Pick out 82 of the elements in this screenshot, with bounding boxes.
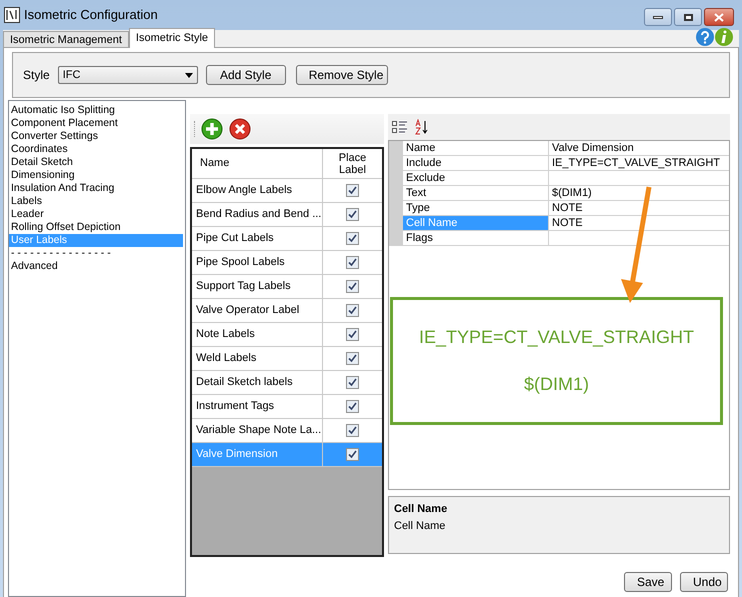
table-cell: Weld Labels: [192, 347, 323, 370]
property-value[interactable]: NOTE: [549, 201, 583, 215]
delete-icon[interactable]: [229, 118, 251, 140]
app-icon: [4, 7, 20, 23]
checkbox[interactable]: [346, 376, 359, 389]
category-item[interactable]: Labels: [9, 195, 183, 208]
label-row[interactable]: Pipe Cut Labels: [192, 227, 382, 251]
category-item[interactable]: Coordinates: [9, 143, 183, 156]
label-row[interactable]: Bend Radius and Bend ...: [192, 203, 382, 227]
table-cell: Pipe Spool Labels: [192, 251, 323, 274]
style-dropdown[interactable]: IFC: [58, 66, 198, 84]
description-text: Cell Name: [394, 518, 446, 534]
callout-text: $(DIM1): [524, 373, 589, 396]
category-item[interactable]: Automatic Iso Splitting: [9, 104, 183, 117]
property-value[interactable]: Valve Dimension: [549, 141, 634, 155]
label-row[interactable]: Valve Operator Label: [192, 299, 382, 323]
checkbox[interactable]: [346, 304, 359, 317]
checkbox[interactable]: [346, 448, 359, 461]
help-icon[interactable]: [696, 28, 714, 46]
window-title: Isometric Configuration: [24, 6, 158, 24]
table-cell: Support Tag Labels: [192, 275, 323, 298]
label-row[interactable]: Variable Shape Note La...: [192, 419, 382, 443]
property-name[interactable]: Name: [403, 141, 549, 155]
category-item[interactable]: Leader: [9, 208, 183, 221]
action-button[interactable]: Remove Style: [296, 65, 388, 85]
checkbox[interactable]: [346, 232, 359, 245]
caret-icon: [184, 72, 193, 78]
label-row[interactable]: Note Labels: [192, 323, 382, 347]
label-row[interactable]: Elbow Angle Labels: [192, 179, 382, 203]
label-row[interactable]: Support Tag Labels: [192, 275, 382, 299]
style-label: Style: [23, 67, 50, 84]
property-name[interactable]: Type: [403, 201, 549, 215]
table-cell: Valve Dimension: [192, 443, 323, 466]
action-button[interactable]: Undo: [680, 572, 728, 592]
sort-icon[interactable]: [414, 119, 430, 135]
maximize-button[interactable]: [674, 8, 702, 26]
checkbox[interactable]: [346, 328, 359, 341]
checkbox[interactable]: [346, 400, 359, 413]
checkbox[interactable]: [346, 256, 359, 269]
table-cell: Note Labels: [192, 323, 323, 346]
close-icon: [714, 12, 724, 22]
label-row[interactable]: Instrument Tags: [192, 395, 382, 419]
property-value[interactable]: $(DIM1): [549, 186, 592, 200]
categorized-icon[interactable]: [392, 120, 408, 134]
action-button[interactable]: Save: [624, 572, 672, 592]
checkbox[interactable]: [346, 184, 359, 197]
close-button[interactable]: [704, 8, 734, 26]
tab[interactable]: Isometric Management: [3, 31, 129, 47]
table-cell: Bend Radius and Bend ...: [192, 203, 323, 226]
category-item[interactable]: Detail Sketch: [9, 156, 183, 169]
category-item[interactable]: Advanced: [9, 260, 183, 273]
label-row[interactable]: Detail Sketch labels: [192, 371, 382, 395]
description-title: Cell Name: [394, 502, 448, 517]
callout-text: IE_TYPE=CT_VALVE_STRAIGHT: [419, 326, 694, 349]
table-cell: Valve Operator Label: [192, 299, 323, 322]
table-cell: Variable Shape Note La...: [192, 419, 323, 442]
property-name[interactable]: Text: [403, 186, 549, 200]
category-item[interactable]: Converter Settings: [9, 130, 183, 143]
action-button[interactable]: Add Style: [206, 65, 286, 85]
table-cell: Pipe Cut Labels: [192, 227, 323, 250]
checkbox[interactable]: [346, 424, 359, 437]
category-item[interactable]: - - - - - - - - - - - - - - - -: [9, 247, 183, 260]
property-value[interactable]: IE_TYPE=CT_VALVE_STRAIGHT: [549, 156, 720, 170]
label-row[interactable]: Pipe Spool Labels: [192, 251, 382, 275]
table-cell: Detail Sketch labels: [192, 371, 323, 394]
column-header: Place Label: [338, 151, 368, 178]
category-item[interactable]: Rolling Offset Depiction: [9, 221, 183, 234]
minimize-button[interactable]: [644, 8, 672, 26]
category-item[interactable]: Component Placement: [9, 117, 183, 130]
category-item[interactable]: Dimensioning: [9, 169, 183, 182]
checkbox[interactable]: [346, 352, 359, 365]
checkbox[interactable]: [346, 208, 359, 221]
column-header: Name: [192, 149, 323, 178]
property-name[interactable]: Include: [403, 156, 549, 170]
table-cell: Elbow Angle Labels: [192, 179, 323, 202]
tab[interactable]: Isometric Style: [128, 28, 216, 48]
add-icon[interactable]: [201, 118, 223, 140]
table-cell: Instrument Tags: [192, 395, 323, 418]
category-item[interactable]: Insulation And Tracing: [9, 182, 183, 195]
checkbox[interactable]: [346, 280, 359, 293]
label-row[interactable]: Weld Labels: [192, 347, 382, 371]
property-value[interactable]: NOTE: [549, 216, 583, 230]
